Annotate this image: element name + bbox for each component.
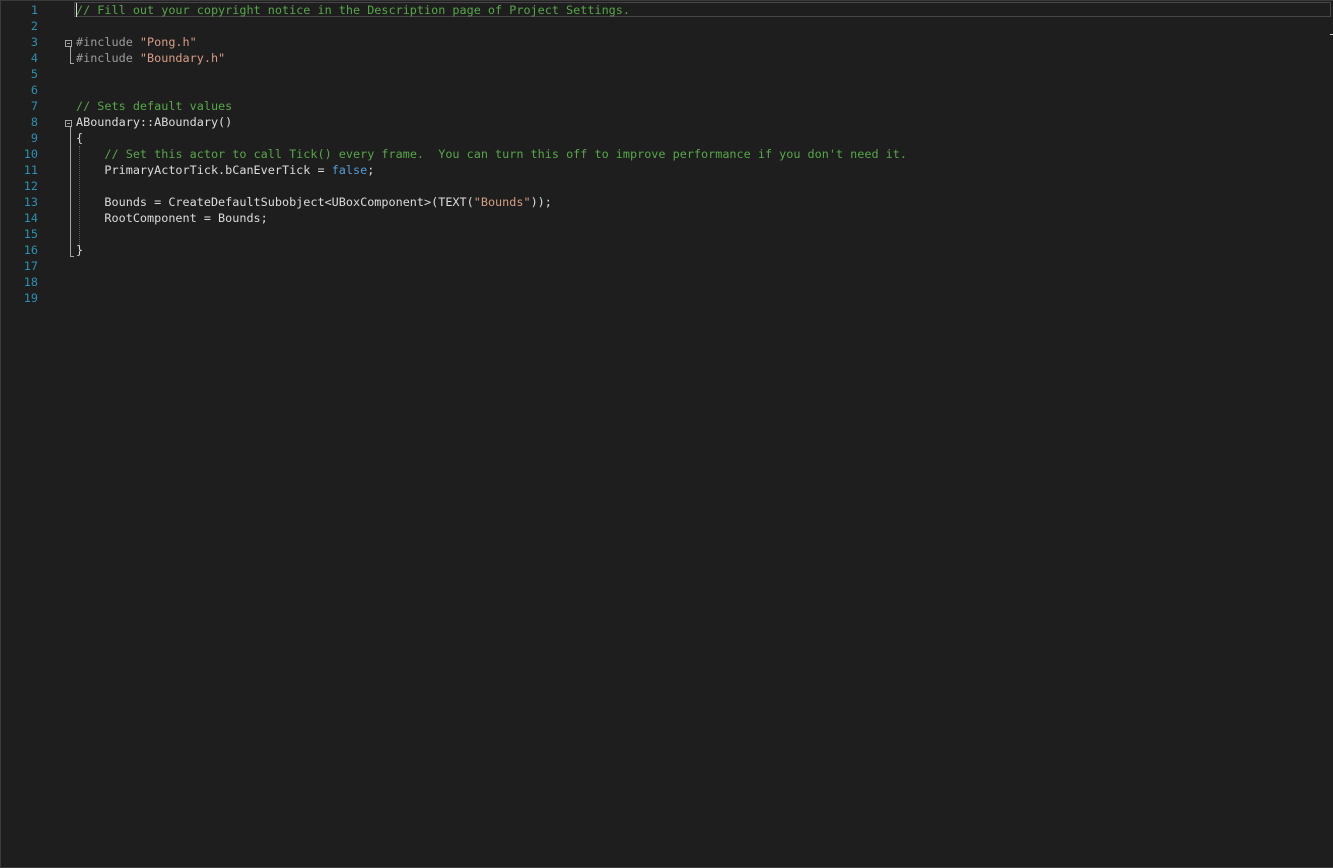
code-token: #include xyxy=(76,51,140,65)
line-number[interactable]: 9 xyxy=(1,130,38,146)
line-number[interactable]: 12 xyxy=(1,178,38,194)
code-editor[interactable]: 1 2 3 4 5 6 7 8 9 10 11 12 13 14 15 16 17 18 19 // Fill ou… xyxy=(0,0,1333,868)
code-line[interactable]: #include "Pong.h" xyxy=(76,34,197,50)
line-number[interactable]: 18 xyxy=(1,274,38,290)
text-caret xyxy=(76,3,77,17)
line-number[interactable]: 4 xyxy=(1,50,38,66)
line-number[interactable]: 10 xyxy=(1,146,38,162)
code-line[interactable]: Bounds = CreateDefaultSubobject<UBoxComp… xyxy=(76,194,552,210)
line-number[interactable]: 19 xyxy=(1,290,38,306)
code-token: // Set this actor to call Tick() every f… xyxy=(104,147,907,161)
code-line[interactable]: // Sets default values xyxy=(76,98,232,114)
code-token: "Pong.h" xyxy=(139,35,197,49)
fold-region-end xyxy=(70,63,74,64)
code-token: RootComponent = Bounds; xyxy=(76,211,268,225)
line-number[interactable]: 1 xyxy=(1,2,38,18)
code-token: { xyxy=(76,131,84,145)
line-number[interactable]: 16 xyxy=(1,242,38,258)
line-number[interactable]: 11 xyxy=(1,162,38,178)
line-number[interactable]: 3 xyxy=(1,34,38,50)
line-number[interactable]: 2 xyxy=(1,18,38,34)
line-number[interactable]: 13 xyxy=(1,194,38,210)
code-token: "Bounds" xyxy=(473,195,531,209)
line-number[interactable]: 15 xyxy=(1,226,38,242)
code-token: ; xyxy=(367,163,375,177)
fold-region-end xyxy=(70,256,74,257)
code-line[interactable]: } xyxy=(76,242,83,258)
code-line[interactable]: #include "Boundary.h" xyxy=(76,50,225,66)
code-token: // Fill out your copyright notice in the… xyxy=(76,3,630,17)
editor-top-border xyxy=(1,0,1333,1)
line-number[interactable]: 14 xyxy=(1,210,38,226)
code-token: )); xyxy=(530,195,552,209)
fold-region-line xyxy=(70,46,71,63)
code-line[interactable]: // Set this actor to call Tick() every f… xyxy=(76,146,907,162)
code-line[interactable]: { xyxy=(76,130,83,146)
code-token: false xyxy=(331,163,368,177)
code-token: #include xyxy=(76,35,140,49)
code-line[interactable]: // Fill out your copyright notice in the… xyxy=(76,2,630,18)
code-token: Bounds = CreateDefaultSubobject<UBoxComp… xyxy=(76,195,474,209)
code-token: "Boundary.h" xyxy=(139,51,226,65)
line-number[interactable]: 17 xyxy=(1,258,38,274)
code-token: PrimaryActorTick.bCanEverTick = xyxy=(76,163,332,177)
code-line[interactable]: RootComponent = Bounds; xyxy=(76,210,268,226)
line-number[interactable]: 8 xyxy=(1,114,38,130)
code-token: ABoundary::ABoundary() xyxy=(76,115,233,129)
fold-region-line xyxy=(70,126,71,256)
line-number[interactable]: 7 xyxy=(1,98,38,114)
code-token: // Sets default values xyxy=(76,99,233,113)
line-number[interactable]: 5 xyxy=(1,66,38,82)
code-line[interactable]: PrimaryActorTick.bCanEverTick = false; xyxy=(76,162,374,178)
line-number[interactable]: 6 xyxy=(1,82,38,98)
code-line[interactable]: ABoundary::ABoundary() xyxy=(76,114,232,130)
code-token: } xyxy=(76,243,84,257)
